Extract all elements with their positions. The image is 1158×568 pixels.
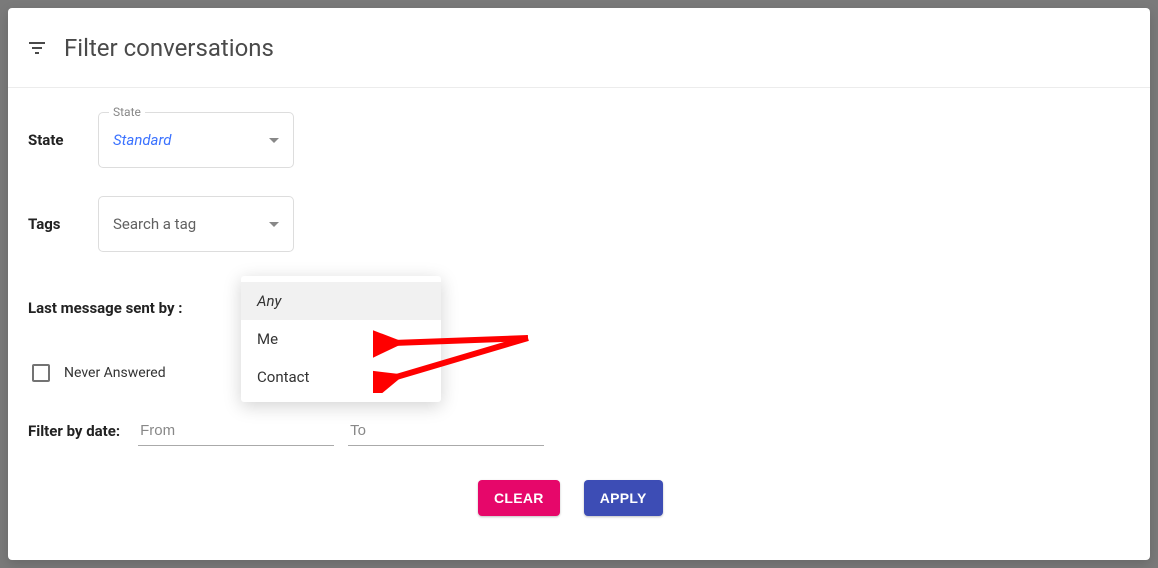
never-answered-row: Never Answered: [32, 364, 1130, 382]
last-message-dropdown: Any Me Contact: [241, 276, 441, 402]
date-row: Filter by date:: [28, 416, 1130, 446]
dropdown-item-me[interactable]: Me: [241, 320, 441, 358]
state-label: State: [28, 131, 98, 149]
filter-icon: [28, 39, 46, 57]
tags-label: Tags: [28, 215, 98, 233]
dropdown-item-contact[interactable]: Contact: [241, 358, 441, 396]
panel-title: Filter conversations: [64, 34, 274, 62]
filter-panel: Filter conversations State State Standar…: [8, 8, 1150, 560]
last-message-row: Last message sent by :: [28, 280, 1130, 336]
tags-select[interactable]: Search a tag: [98, 196, 294, 252]
panel-body: State State Standard Tags Search a tag L…: [8, 88, 1150, 536]
clear-button[interactable]: CLEAR: [478, 480, 560, 516]
chevron-down-icon: [269, 138, 279, 143]
date-from-input[interactable]: [138, 416, 334, 446]
state-float-label: State: [109, 105, 145, 119]
dropdown-item-any[interactable]: Any: [241, 282, 441, 320]
tags-row: Tags Search a tag: [28, 196, 1130, 252]
never-answered-checkbox[interactable]: [32, 364, 50, 382]
state-value: Standard: [113, 131, 269, 149]
date-to-input[interactable]: [348, 416, 544, 446]
chevron-down-icon: [269, 222, 279, 227]
last-message-label: Last message sent by :: [28, 299, 182, 317]
tags-placeholder: Search a tag: [113, 215, 269, 233]
button-row: CLEAR APPLY: [478, 480, 1130, 516]
never-answered-label: Never Answered: [64, 365, 166, 381]
panel-header: Filter conversations: [8, 8, 1150, 88]
date-label: Filter by date:: [28, 422, 120, 440]
state-select[interactable]: State Standard: [98, 112, 294, 168]
apply-button[interactable]: APPLY: [584, 480, 663, 516]
state-row: State State Standard: [28, 112, 1130, 168]
